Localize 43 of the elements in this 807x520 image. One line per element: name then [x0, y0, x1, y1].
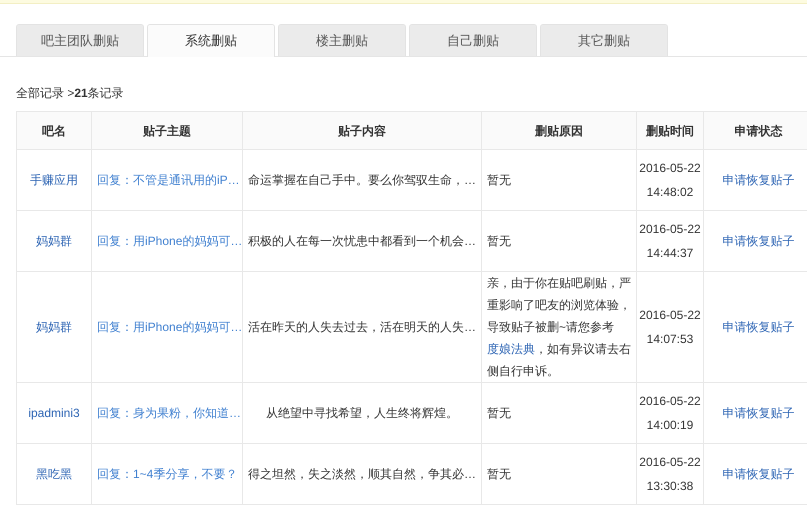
topic-link[interactable]: 回复：身为果粉，你知道… [92, 382, 242, 444]
topic-link[interactable]: 回复：1~4季分享，不要？ [92, 444, 242, 504]
topic-link[interactable]: 回复：用iPhone的妈妈可… [92, 210, 242, 272]
table-cell: 2016-05-22 14:00:19 [636, 382, 704, 444]
restore-post-link[interactable]: 申请恢复贴子 [722, 320, 794, 334]
table-cell: 从绝望中寻找希望，人生终将辉煌。 [242, 382, 482, 444]
reason-text: 暂无 [482, 382, 636, 444]
column-header: 吧名 [16, 112, 92, 150]
column-header: 贴子内容 [242, 112, 482, 150]
table-cell: 得之坦然，失之淡然，顺其自然，争其必… [242, 444, 482, 504]
table-cell: 命运掌握在自己手中。要么你驾驭生命，… [242, 150, 482, 210]
rules-link[interactable]: 度娘法典 [487, 342, 535, 356]
column-header: 删贴时间 [636, 112, 704, 150]
table-cell: 2016-05-22 14:07:53 [636, 272, 704, 382]
reason-text: 暂无 [482, 150, 636, 210]
forum-link[interactable]: 黑吃黑 [16, 444, 92, 504]
topic-link[interactable]: 回复：用iPhone的妈妈可… [92, 272, 242, 382]
forum-link[interactable]: ipadmini3 [16, 382, 92, 444]
reason-text: 亲，由于你在贴吧刷贴，严重影响了吧友的浏览体验，导致贴子被删~请您参考 度娘法典，如有异议请去右侧自行申诉。 [482, 272, 636, 382]
topic-link[interactable]: 回复：不管是通讯用的iP… [92, 150, 242, 210]
reason-text: 暂无 [482, 210, 636, 272]
tab[interactable]: 自己删贴 [409, 24, 537, 56]
table-cell: 积极的人在每一次忧患中都看到一个机会… [242, 210, 482, 272]
table-cell: 2016-05-22 14:48:02 [636, 150, 704, 210]
tab[interactable]: 其它删贴 [540, 24, 668, 56]
table-cell: 活在昨天的人失去过去，活在明天的人失… [242, 272, 482, 382]
tab[interactable]: 吧主团队删贴 [16, 24, 144, 56]
reason-text: 暂无 [482, 444, 636, 504]
table-cell: 2016-05-22 14:44:37 [636, 210, 704, 272]
forum-link[interactable]: 妈妈群 [16, 272, 92, 382]
table-cell: 2016-05-22 13:30:38 [636, 444, 704, 504]
restore-post-link[interactable]: 申请恢复贴子 [722, 467, 794, 481]
tab[interactable]: 系统删贴 [147, 24, 275, 57]
restore-post-link[interactable]: 申请恢复贴子 [722, 406, 794, 420]
column-header: 申请状态 [704, 112, 807, 150]
column-header: 删贴原因 [482, 112, 636, 150]
restore-post-link[interactable]: 申请恢复贴子 [722, 173, 794, 187]
forum-link[interactable]: 妈妈群 [16, 210, 92, 272]
restore-post-link[interactable]: 申请恢复贴子 [722, 234, 794, 248]
record-count-text: 全部记录 >21条记录 [16, 86, 124, 100]
forum-link[interactable]: 手赚应用 [16, 150, 92, 210]
column-header: 贴子主题 [92, 112, 242, 150]
tab[interactable]: 楼主删贴 [278, 24, 406, 56]
